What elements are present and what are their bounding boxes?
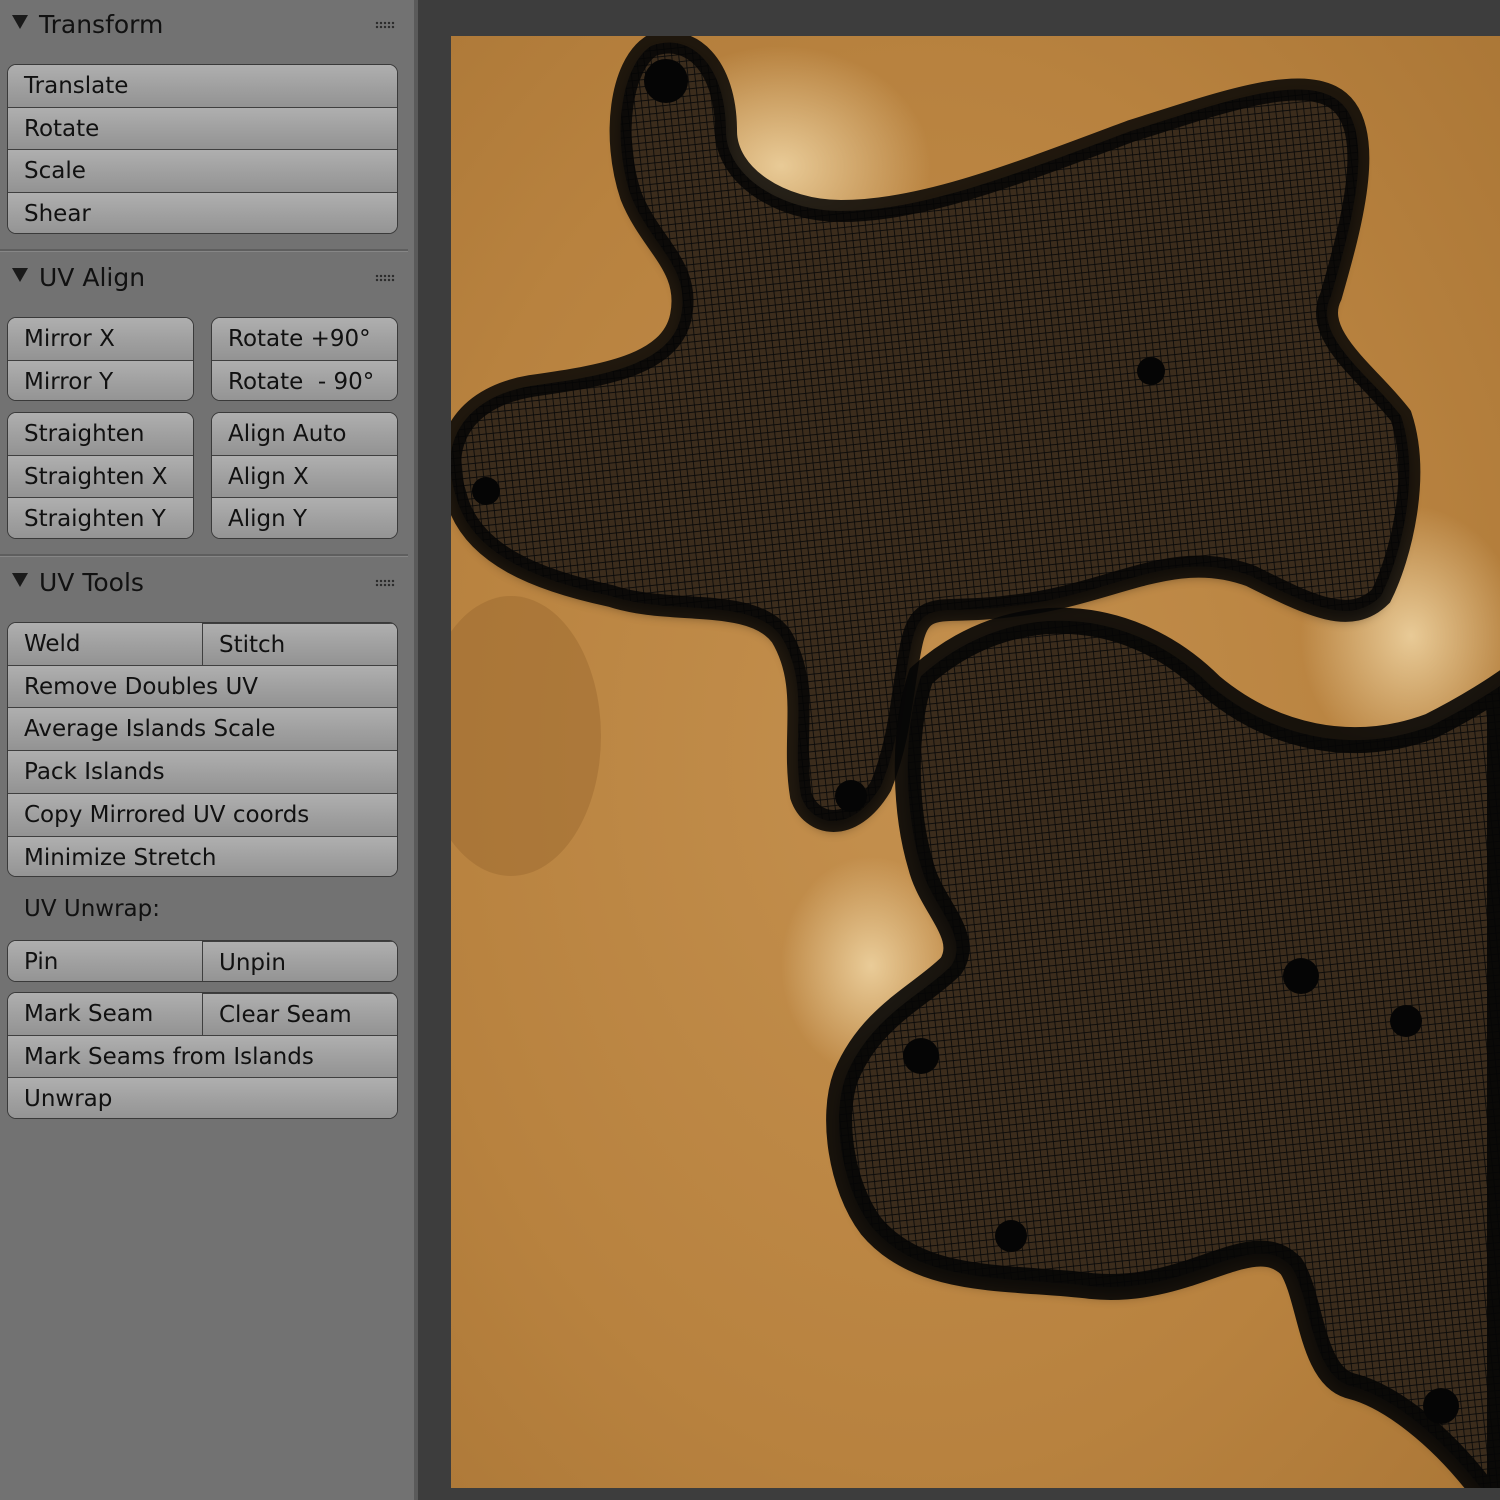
triangle-down-icon[interactable] [12, 15, 28, 29]
align-auto-button[interactable]: Align Auto [212, 413, 397, 455]
translate-button[interactable]: Translate [8, 65, 397, 107]
mark-seams-from-islands-button[interactable]: Mark Seams from Islands [8, 1035, 397, 1077]
drag-grip-icon[interactable] [375, 21, 395, 29]
unwrap-button[interactable]: Unwrap [8, 1077, 397, 1118]
remove-doubles-uv-button[interactable]: Remove Doubles UV [8, 665, 397, 707]
uv-tools-panel-header[interactable]: UV Tools [0, 560, 408, 606]
straighten-button[interactable]: Straighten [8, 413, 193, 455]
mirror-button-group: Mirror X Mirror Y [7, 317, 194, 401]
scale-button[interactable]: Scale [8, 149, 397, 192]
panel-separator [0, 554, 408, 557]
vertex-cluster [835, 780, 867, 812]
uv-tools-panel-title: UV Tools [39, 568, 144, 597]
panel-separator [0, 249, 408, 252]
straighten-y-button[interactable]: Straighten Y [8, 497, 193, 538]
copy-mirrored-uv-coords-button[interactable]: Copy Mirrored UV coords [8, 793, 397, 836]
triangle-down-icon[interactable] [12, 573, 28, 587]
vertex-cluster [1423, 1388, 1459, 1424]
unpin-button[interactable]: Unpin [202, 941, 397, 981]
uv-unwrap-label: UV Unwrap: [24, 896, 161, 922]
align-x-button[interactable]: Align X [212, 455, 397, 497]
align-button-group: Align Auto Align X Align Y [211, 412, 398, 539]
vertex-cluster [1283, 958, 1319, 994]
clear-seam-button[interactable]: Clear Seam [202, 993, 397, 1035]
weld-button[interactable]: Weld [8, 623, 202, 665]
mark-seam-button[interactable]: Mark Seam [8, 993, 202, 1035]
average-islands-scale-button[interactable]: Average Islands Scale [8, 707, 397, 750]
triangle-down-icon[interactable] [12, 268, 28, 282]
rotate-button[interactable]: Rotate [8, 107, 397, 149]
straighten-button-group: Straighten Straighten X Straighten Y [7, 412, 194, 539]
minimize-stretch-button[interactable]: Minimize Stretch [8, 836, 397, 876]
uv-mesh-svg[interactable] [451, 36, 1500, 1488]
transform-panel-title: Transform [39, 10, 164, 39]
vertex-cluster [903, 1038, 939, 1074]
drag-grip-icon[interactable] [375, 579, 395, 587]
stitch-button[interactable]: Stitch [202, 623, 397, 665]
uv-align-panel-title: UV Align [39, 263, 146, 292]
shear-button[interactable]: Shear [8, 192, 397, 233]
mirror-x-button[interactable]: Mirror X [8, 318, 193, 360]
uv-texture-canvas[interactable] [451, 36, 1500, 1488]
vertex-cluster [644, 59, 688, 103]
vertex-cluster [1137, 357, 1165, 385]
rotate-90-button-group: Rotate +90° Rotate - 90° [211, 317, 398, 401]
straighten-x-button[interactable]: Straighten X [8, 455, 193, 497]
transform-panel-header[interactable]: Transform [0, 2, 408, 48]
vertex-cluster [472, 477, 500, 505]
vertex-cluster [1390, 1005, 1422, 1037]
pin-button-group: Pin Unpin [7, 940, 398, 982]
drag-grip-icon[interactable] [375, 274, 395, 282]
uv-align-panel-header[interactable]: UV Align [0, 255, 408, 301]
transform-button-group: Translate Rotate Scale Shear [7, 64, 398, 234]
rotate-plus-90-button[interactable]: Rotate +90° [212, 318, 397, 360]
rotate-minus-90-button[interactable]: Rotate - 90° [212, 360, 397, 400]
uv-tools-button-group: Weld Stitch Remove Doubles UV Average Is… [7, 622, 398, 877]
align-y-button[interactable]: Align Y [212, 497, 397, 538]
mirror-y-button[interactable]: Mirror Y [8, 360, 193, 400]
vertex-cluster [995, 1220, 1027, 1252]
tool-shelf: Transform Translate Rotate Scale Shear U… [0, 0, 414, 1500]
pin-button[interactable]: Pin [8, 941, 202, 981]
pack-islands-button[interactable]: Pack Islands [8, 750, 397, 793]
seam-button-group: Mark Seam Clear Seam Mark Seams from Isl… [7, 992, 398, 1119]
